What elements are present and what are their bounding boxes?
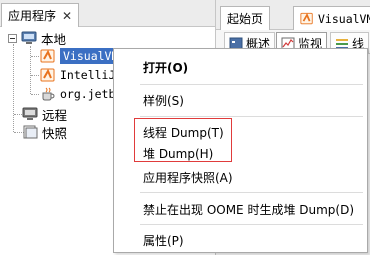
tab-visualvm[interactable]: VisualVM [293,6,370,30]
tab-label: 起始页 [227,12,264,26]
menu-separator [140,192,363,193]
tree-node-label: 远程 [42,107,68,123]
menu-item-sample[interactable]: 样例(S) [143,90,184,110]
tab-applications-label: 应用程序 [8,9,57,23]
menu-item-app-snapshot[interactable]: 应用程序快照(A) [143,167,233,187]
menu-separator [140,224,363,225]
java-app-icon [40,68,55,82]
snapshot-icon [23,125,38,139]
dump-highlight-box [134,118,232,162]
menu-item-properties[interactable]: 属性(P) [143,230,184,250]
menu-separator [140,116,363,117]
context-menu: 打开(O) 样例(S) 线程 Dump(T) 堆 Dump(H) 应用程序快照(… [113,48,368,253]
tree-node-label: 本地 [41,31,67,47]
tab-label: VisualVM [318,11,370,26]
menu-separator [140,84,363,85]
menu-item-open[interactable]: 打开(O) [143,57,188,77]
java-app-icon [300,12,313,25]
tree-line [31,75,39,76]
tree-node-app-intellij[interactable]: IntelliJ [40,66,115,84]
java-cup-icon [42,87,55,101]
tab-start-page[interactable]: 起始页 [220,6,271,30]
tree-node-app-visualvm[interactable]: VisualVM [40,47,122,65]
computer-icon [21,31,37,44]
menu-item-heap-dump-on-oome[interactable]: 禁止在出现 OOME 时生成堆 Dump(D) [143,199,354,219]
remote-host-icon [22,107,38,120]
editor-tabbar: 起始页 VisualVM [216,0,370,30]
tree-node-remote[interactable]: 远程 [22,105,67,123]
tree-node-label: 快照 [42,125,68,141]
tree-line [31,56,39,57]
tree-node-app-jetbrains[interactable]: org.jetbr [40,85,122,103]
tab-applications[interactable]: 应用程序 ✕ [1,3,80,27]
tree-line [13,44,14,132]
tree-node-snapshots[interactable]: 快照 [22,123,67,141]
tree-node-local[interactable]: 本地 [8,29,66,47]
applications-tabbar: 应用程序 ✕ [0,0,215,27]
tree-line [31,94,39,95]
collapse-icon[interactable] [8,33,17,43]
tree-node-label: IntelliJ [60,68,116,82]
tree-line [30,46,31,94]
close-icon[interactable]: ✕ [62,9,72,23]
java-app-icon [40,49,55,63]
